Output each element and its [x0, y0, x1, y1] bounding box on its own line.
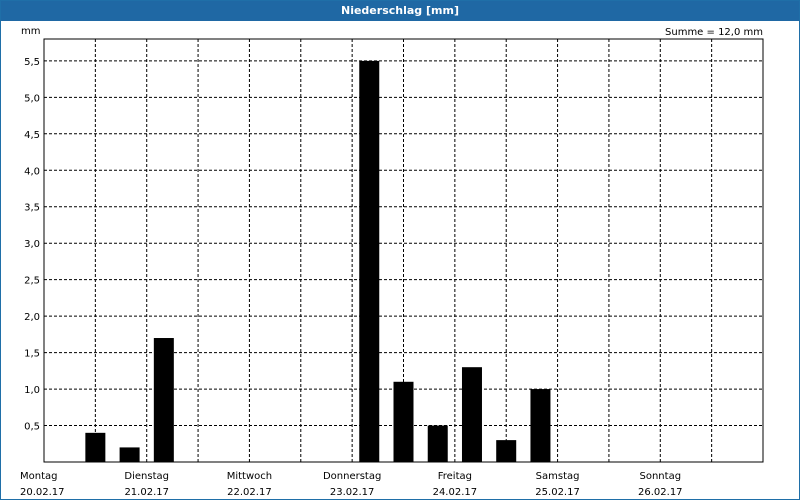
precip-bar	[153, 338, 174, 462]
chart-title: Niederschlag [mm]	[1, 1, 799, 21]
x-tick-date: 25.02.17	[535, 487, 580, 498]
precip-bar	[496, 440, 517, 462]
precip-bar	[393, 381, 414, 462]
y-tick-label: 0,5	[24, 422, 40, 433]
y-tick-label: 5,5	[24, 57, 40, 68]
y-tick-label: 3,0	[24, 239, 40, 250]
x-tick-weekday: Sonntag	[640, 471, 682, 482]
y-tick-label: 2,0	[24, 312, 40, 323]
x-tick-weekday: Mittwoch	[227, 471, 272, 482]
precip-bar	[359, 60, 380, 463]
y-tick-label: 1,5	[24, 349, 40, 360]
x-tick-date: 21.02.17	[124, 487, 169, 498]
y-tick-label: 4,5	[24, 130, 40, 141]
y-tick-label: 3,5	[24, 203, 40, 214]
precip-bar	[530, 389, 551, 462]
x-tick-date: 20.02.17	[20, 487, 65, 498]
x-tick-date: 26.02.17	[638, 487, 683, 498]
x-tick-date: 23.02.17	[330, 487, 375, 498]
y-tick-label: 1,0	[24, 385, 40, 396]
x-tick-weekday: Donnerstag	[323, 471, 381, 482]
precip-bar	[85, 432, 106, 462]
y-tick-label: 5,0	[24, 93, 40, 104]
y-tick-label: 4,0	[24, 166, 40, 177]
precip-bar	[427, 425, 448, 462]
precip-bar	[461, 367, 482, 462]
x-tick-date: 24.02.17	[433, 487, 478, 498]
x-tick-weekday: Dienstag	[124, 471, 169, 482]
x-tick-weekday: Samstag	[536, 471, 580, 482]
y-axis-label: mm	[21, 26, 40, 37]
chart-window: Niederschlag [mm] Summe = 12,0 mm 0,5 1,0…	[0, 0, 800, 500]
bars	[85, 60, 551, 463]
x-tick-date: 22.02.17	[227, 487, 272, 498]
precipitation-chart: 0,5 1,0 1,5 2,0 2,5 3,0 3,5 4,0 4,5 5,0 5,5 Montag…	[20, 26, 764, 498]
x-axis: Montag 20.02.17 Dienstag 21.02.17 Mittwoch 22…	[20, 471, 683, 498]
x-tick-weekday: Freitag	[438, 471, 472, 482]
y-axis: 0,5 1,0 1,5 2,0 2,5 3,0 3,5 4,0 4,5 5,0 5,5	[24, 57, 40, 433]
y-tick-label: 2,5	[24, 276, 40, 287]
precip-bar	[119, 447, 140, 462]
x-tick-weekday: Montag	[20, 471, 57, 482]
